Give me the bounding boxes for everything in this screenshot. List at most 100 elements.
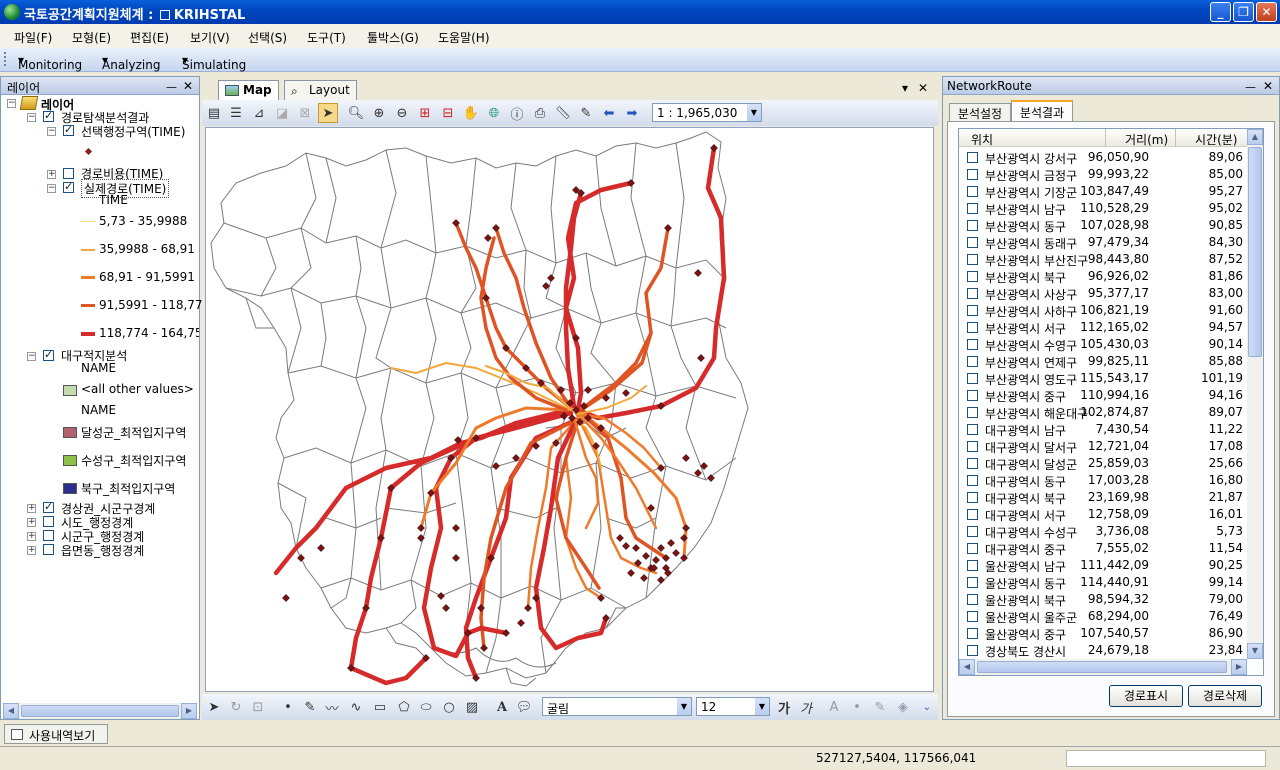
table-row[interactable]: 대구광역시 중구 7,555,02 11,54 xyxy=(959,540,1249,557)
table-row[interactable]: 부산광역시 기장군 103,847,49 95,27 xyxy=(959,183,1249,200)
font-color-icon[interactable]: A xyxy=(824,697,844,717)
table-row[interactable]: 경상북도 경산시 24,679,18 23,84 xyxy=(959,642,1249,659)
scale-combo[interactable]: 1 : 1,965,030 ▼ xyxy=(652,103,762,122)
close-button[interactable]: ✕ xyxy=(1256,2,1277,22)
column-distance[interactable]: 거리(m) xyxy=(1125,131,1168,148)
ellipse-icon[interactable]: ⬭ xyxy=(416,697,436,717)
column-time[interactable]: 시간(분) xyxy=(1195,131,1237,148)
scroll-down-icon[interactable]: ▼ xyxy=(1247,643,1263,659)
row-checkbox[interactable] xyxy=(967,594,978,605)
row-checkbox[interactable] xyxy=(967,271,978,282)
group-checkbox[interactable] xyxy=(43,109,54,122)
row-checkbox[interactable] xyxy=(967,441,978,452)
simulating-menu[interactable]: Simulating ▾ xyxy=(182,53,246,72)
table-row[interactable]: 울산광역시 북구 98,594,32 79,00 xyxy=(959,591,1249,608)
forward-arrow-icon[interactable]: ➡ xyxy=(622,103,642,123)
maximize-button[interactable]: ❐ xyxy=(1233,2,1254,22)
menu-view[interactable]: 보기(V) xyxy=(190,29,230,46)
collapse-icon[interactable]: − xyxy=(7,99,16,108)
layer-stack-icon[interactable]: ☰ xyxy=(226,103,246,123)
rectangle-icon[interactable]: ▭ xyxy=(370,697,390,717)
table-row[interactable]: 대구광역시 수성구 3,736,08 5,73 xyxy=(959,523,1249,540)
layer-checkbox[interactable] xyxy=(43,544,54,555)
table-row[interactable]: 부산광역시 중구 110,994,16 94,16 xyxy=(959,387,1249,404)
row-checkbox[interactable] xyxy=(967,509,978,520)
line-color-icon[interactable]: ✎ xyxy=(870,697,890,717)
table-row[interactable]: 부산광역시 북구 96,926,02 81,86 xyxy=(959,268,1249,285)
text-tool-icon[interactable]: A xyxy=(492,697,512,717)
fill-color-icon[interactable]: ◈ xyxy=(893,697,913,717)
expand-icon[interactable]: + xyxy=(27,532,36,541)
size-dropdown-icon[interactable]: ▼ xyxy=(755,698,769,715)
size-combo[interactable]: 12 ▼ xyxy=(696,697,770,716)
tab-analysis-settings[interactable]: 분석설정 xyxy=(949,103,1011,121)
scroll-up-icon[interactable]: ▲ xyxy=(1247,129,1263,145)
layer-checkbox[interactable] xyxy=(63,168,74,179)
point-tool-icon[interactable]: • xyxy=(278,697,298,717)
zoom-icon[interactable]: 🔍︎ xyxy=(346,103,366,123)
table-row[interactable]: 부산광역시 서구 112,165,02 94,57 xyxy=(959,319,1249,336)
back-arrow-icon[interactable]: ⬅ xyxy=(599,103,619,123)
row-checkbox[interactable] xyxy=(967,339,978,350)
table-row[interactable]: 부산광역시 동구 107,028,98 90,85 xyxy=(959,217,1249,234)
expand-icon[interactable]: + xyxy=(27,518,36,527)
scroll-right-icon[interactable]: ▶ xyxy=(1231,659,1247,675)
toolbar-more-icon[interactable]: ⌄ xyxy=(920,697,934,717)
table-row[interactable]: 울산광역시 남구 111,442,09 90,25 xyxy=(959,557,1249,574)
table-row[interactable]: 울산광역시 울주군 68,294,00 76,49 xyxy=(959,608,1249,625)
row-checkbox[interactable] xyxy=(967,407,978,418)
table-row[interactable]: 울산광역시 동구 114,440,91 99,14 xyxy=(959,574,1249,591)
polygon-icon[interactable]: ⬠ xyxy=(394,697,414,717)
menu-select[interactable]: 선택(S) xyxy=(248,29,287,46)
rotate-icon[interactable]: ↻ xyxy=(226,697,246,717)
select-arrow-icon[interactable]: ➤ xyxy=(318,103,338,123)
menu-tools[interactable]: 도구(T) xyxy=(307,29,346,46)
layer-eupmyeondong-boundary[interactable]: 읍면동_행정경계 xyxy=(61,542,144,559)
marker-color-icon[interactable]: • xyxy=(847,697,867,717)
scroll-thumb[interactable] xyxy=(21,705,179,717)
bold-button[interactable]: 가 xyxy=(774,697,794,717)
result-list[interactable]: 위치 거리(m) 시간(분) 부산광역시 강서구 96,050,90 89,06 부산… xyxy=(958,128,1264,676)
collapse-icon[interactable]: − xyxy=(27,352,36,361)
table-row[interactable]: 부산광역시 영도구 115,543,17 101,19 xyxy=(959,370,1249,387)
table-row[interactable]: 부산광역시 사하구 106,821,19 91,60 xyxy=(959,302,1249,319)
row-checkbox[interactable] xyxy=(967,492,978,503)
measure-icon[interactable]: 📏︎ xyxy=(553,103,573,123)
pin-icon[interactable]: ᅳ xyxy=(166,79,177,96)
expand-icon[interactable]: + xyxy=(47,170,56,179)
table-row[interactable]: 부산광역시 수영구 105,430,03 90,14 xyxy=(959,336,1249,353)
table-row[interactable]: 부산광역시 해운대구 102,874,87 89,07 xyxy=(959,404,1249,421)
column-location[interactable]: 위치 xyxy=(971,131,993,148)
table-row[interactable]: 대구광역시 북구 23,169,98 21,87 xyxy=(959,489,1249,506)
circle-icon[interactable]: ○ xyxy=(439,697,459,717)
table-row[interactable]: 부산광역시 동래구 97,479,34 84,30 xyxy=(959,234,1249,251)
row-checkbox[interactable] xyxy=(967,628,978,639)
row-checkbox[interactable] xyxy=(967,645,978,656)
eraser-icon[interactable]: ✎ xyxy=(576,103,596,123)
zoom-out-icon[interactable]: ⊖ xyxy=(392,103,412,123)
minimize-button[interactable]: _ xyxy=(1210,2,1231,22)
row-checkbox[interactable] xyxy=(967,186,978,197)
scroll-right-icon[interactable]: ▶ xyxy=(181,703,197,719)
column-divider[interactable] xyxy=(1175,129,1176,147)
zoom-whole-icon[interactable]: ⊡ xyxy=(248,697,268,717)
menu-help[interactable]: 도움말(H) xyxy=(438,29,490,46)
row-checkbox[interactable] xyxy=(967,390,978,401)
table-row[interactable]: 대구광역시 남구 7,430,54 11,22 xyxy=(959,421,1249,438)
clear-disabled-icon[interactable]: ⊠ xyxy=(295,103,315,123)
row-checkbox[interactable] xyxy=(967,288,978,299)
row-checkbox[interactable] xyxy=(967,424,978,435)
table-row[interactable]: 부산광역시 부산진구 98,443,80 87,52 xyxy=(959,251,1249,268)
monitoring-menu[interactable]: Monitoring ▾ xyxy=(18,53,82,72)
collapse-icon[interactable]: − xyxy=(27,113,36,122)
table-row[interactable]: 대구광역시 서구 12,758,09 16,01 xyxy=(959,506,1249,523)
row-checkbox[interactable] xyxy=(967,560,978,571)
fixed-zoom-in-icon[interactable]: ⊞ xyxy=(415,103,435,123)
select-element-icon[interactable]: ➤ xyxy=(204,697,224,717)
freehand-icon[interactable]: ✎ xyxy=(300,697,320,717)
polyline-icon[interactable]: 〰 xyxy=(322,697,342,717)
font-dropdown-icon[interactable]: ▼ xyxy=(677,698,691,715)
row-checkbox[interactable] xyxy=(967,237,978,248)
panel-close-icon[interactable]: ✕ xyxy=(1263,79,1273,93)
vertical-scrollbar[interactable]: ▲ ▼ xyxy=(1247,129,1263,659)
